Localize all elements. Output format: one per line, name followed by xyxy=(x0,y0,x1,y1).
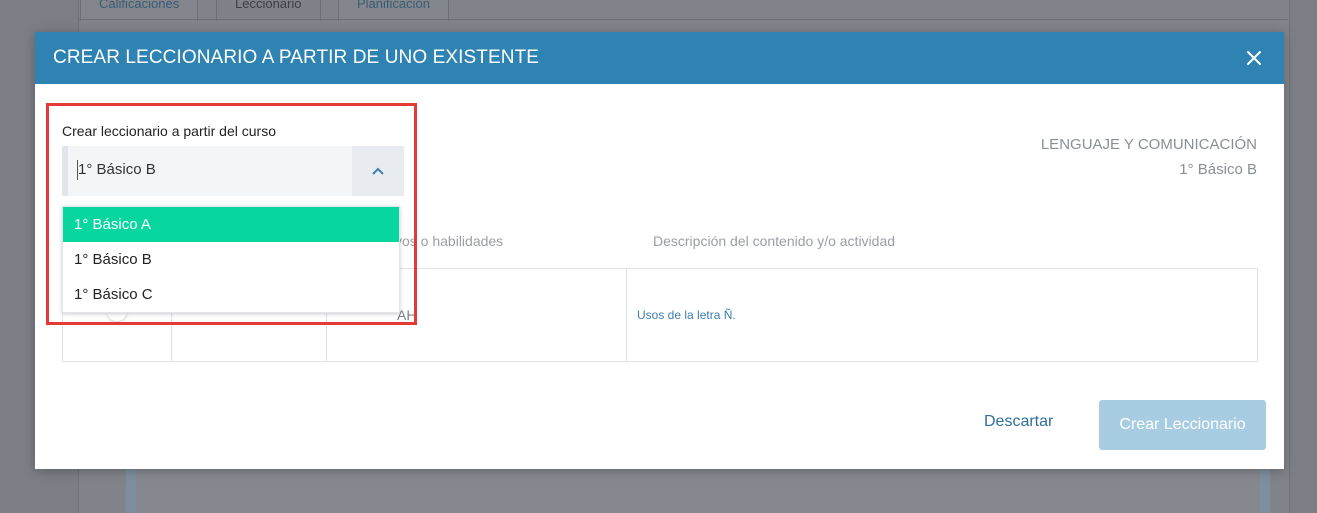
chevron-up-icon[interactable] xyxy=(352,146,404,196)
column-header-description: Descripción del contenido y/o actividad xyxy=(653,233,896,249)
close-icon[interactable] xyxy=(1242,46,1266,70)
column-header-skills: vos o habilidades xyxy=(395,233,504,249)
modal-header: CREAR LECCIONARIO A PARTIR DE UNO EXISTE… xyxy=(35,32,1284,84)
course-dropdown: 1° Básico A 1° Básico B 1° Básico C xyxy=(62,206,400,313)
modal-body: LENGUAJE Y COMUNICACIÓN 1° Básico B vos … xyxy=(35,84,1284,469)
modal-title: CREAR LECCIONARIO A PARTIR DE UNO EXISTE… xyxy=(53,47,540,68)
dropdown-option-basico-c[interactable]: 1° Básico C xyxy=(63,277,399,312)
create-leccionario-modal: CREAR LECCIONARIO A PARTIR DE UNO EXISTE… xyxy=(35,32,1284,469)
dropdown-option-basico-a[interactable]: 1° Básico A xyxy=(63,207,399,242)
tabs-divider xyxy=(78,19,1288,20)
field-label: Crear leccionario a partir del curso xyxy=(62,123,276,139)
course-info: LENGUAJE Y COMUNICACIÓN 1° Básico B xyxy=(1041,136,1257,178)
tab-planificacion[interactable]: Planificación xyxy=(338,0,449,21)
course-subject: LENGUAJE Y COMUNICACIÓN xyxy=(1040,136,1257,153)
discard-button[interactable]: Descartar xyxy=(984,413,1053,431)
tab-leccionario[interactable]: Leccionario xyxy=(216,0,321,21)
dropdown-option-basico-b[interactable]: 1° Básico B xyxy=(63,242,399,277)
table-cell-description: Usos de la letra Ñ. xyxy=(637,308,736,322)
select-value: 1° Básico B xyxy=(78,161,156,178)
create-leccionario-button[interactable]: Crear Leccionario xyxy=(1099,400,1266,450)
tab-calificaciones[interactable]: Calificaciones xyxy=(80,0,199,21)
course-select[interactable]: 1° Básico B xyxy=(62,146,404,196)
course-level: 1° Básico B xyxy=(1179,161,1257,178)
